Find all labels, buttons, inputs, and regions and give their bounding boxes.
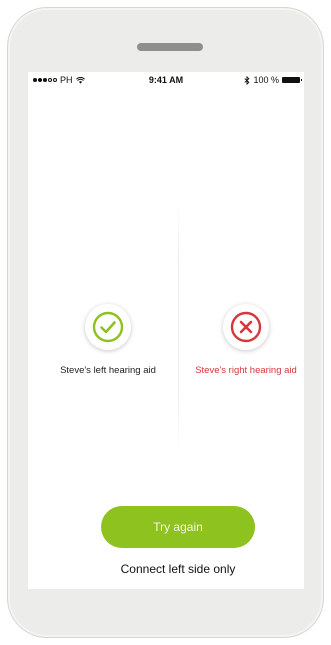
right-hearing-aid-label: Steve's right hearing aid [195, 365, 297, 376]
right-status-circle [223, 304, 269, 350]
battery-percent: 100 % [253, 75, 279, 85]
try-again-button[interactable]: Try again [101, 506, 255, 548]
left-status-circle [85, 304, 131, 350]
status-bar: PH 9:41 AM 100 % [28, 72, 304, 88]
x-icon [230, 311, 262, 343]
checkmark-icon [92, 311, 124, 343]
left-hearing-aid: Steve's left hearing aid [48, 304, 168, 378]
battery-icon [282, 77, 302, 83]
connect-left-only-link[interactable]: Connect left side only [28, 562, 304, 576]
status-right: 100 % [244, 75, 302, 85]
phone-frame: PH 9:41 AM 100 % Steve's left hearing ai… [7, 7, 324, 638]
screen: PH 9:41 AM 100 % Steve's left hearing ai… [28, 72, 304, 589]
center-divider [178, 202, 179, 452]
speaker-grille [137, 43, 203, 51]
right-hearing-aid: Steve's right hearing aid [186, 304, 304, 378]
left-hearing-aid-label: Steve's left hearing aid [60, 365, 156, 376]
bluetooth-icon [244, 75, 250, 85]
